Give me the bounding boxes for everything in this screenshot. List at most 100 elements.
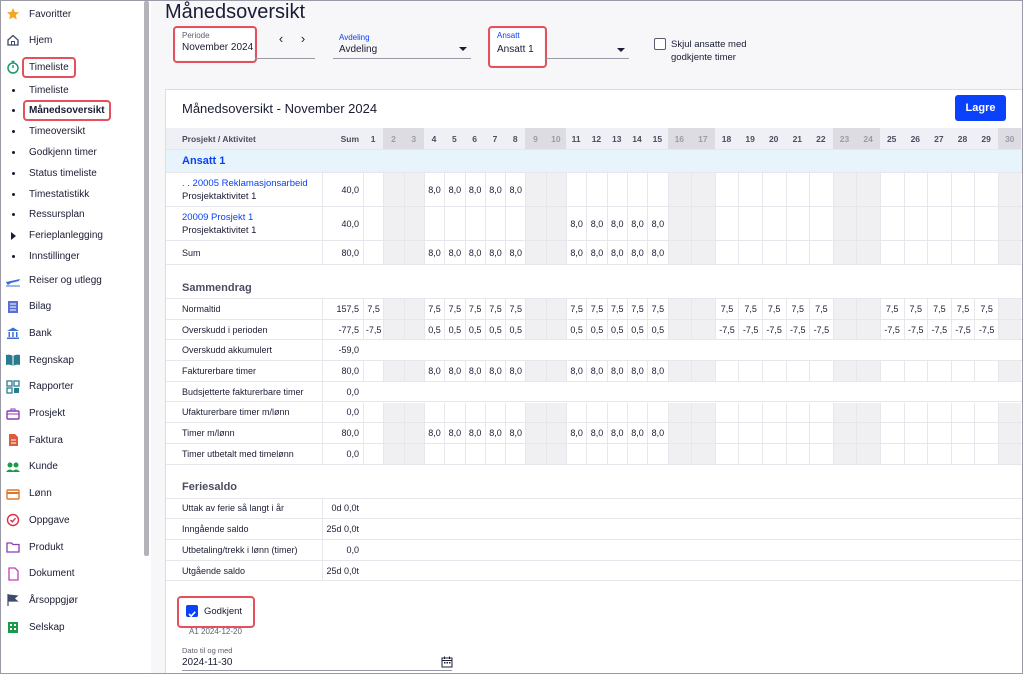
day-cell[interactable] <box>714 241 739 264</box>
day-cell[interactable] <box>586 402 606 423</box>
day-cell[interactable]: 8,0 <box>505 173 525 206</box>
day-cell[interactable] <box>950 443 975 464</box>
day-cell[interactable]: 0,5 <box>505 319 525 340</box>
day-cell[interactable] <box>879 361 904 381</box>
day-cell[interactable] <box>997 299 1022 319</box>
day-cell[interactable] <box>997 402 1022 423</box>
day-cell[interactable] <box>785 207 810 240</box>
sidebar-item-hjem[interactable]: Hjem <box>1 29 141 51</box>
day-cell[interactable] <box>383 173 404 206</box>
day-cell[interactable] <box>484 443 505 464</box>
day-cell[interactable] <box>856 402 880 423</box>
sidebar-item-selskap[interactable]: Selskap <box>1 616 141 638</box>
day-cell[interactable]: 8,0 <box>606 423 627 443</box>
day-cell[interactable] <box>667 299 692 319</box>
sidebar-subitem-timestatistikk[interactable]: Timestatistikk <box>1 185 141 203</box>
day-cell[interactable] <box>403 173 424 206</box>
sidebar-item-timeliste[interactable]: Timeliste <box>1 56 141 78</box>
sidebar-item-dokument[interactable]: Dokument <box>1 563 141 585</box>
day-cell[interactable] <box>606 402 627 423</box>
sidebar-item-reiser-og-utlegg[interactable]: Reiser og utlegg <box>1 269 141 291</box>
day-cell[interactable] <box>832 361 857 381</box>
day-cell[interactable]: 8,0 <box>505 241 525 264</box>
day-cell[interactable] <box>691 319 715 340</box>
day-cell[interactable] <box>927 207 951 240</box>
sidebar-item-rapporter[interactable]: Rapporter <box>1 376 141 398</box>
day-cell[interactable] <box>647 173 667 206</box>
day-cell[interactable]: 0,5 <box>647 319 667 340</box>
day-cell[interactable] <box>974 402 998 423</box>
day-cell[interactable]: 8,0 <box>423 361 444 381</box>
day-cell[interactable] <box>626 173 647 206</box>
day-cell[interactable]: 8,0 <box>566 361 586 381</box>
day-cell[interactable] <box>383 423 404 443</box>
day-cell[interactable] <box>545 241 566 264</box>
day-cell[interactable] <box>761 241 786 264</box>
day-cell[interactable] <box>879 443 904 464</box>
day-cell[interactable] <box>997 443 1022 464</box>
day-cell[interactable]: -7,5 <box>714 319 739 340</box>
day-cell[interactable]: 7,5 <box>785 299 810 319</box>
day-cell[interactable] <box>714 402 739 423</box>
day-cell[interactable] <box>761 173 786 206</box>
day-cell[interactable] <box>950 241 975 264</box>
day-cell[interactable]: 8,0 <box>606 361 627 381</box>
day-cell[interactable]: 7,5 <box>464 299 485 319</box>
approved-checkbox[interactable] <box>186 605 198 618</box>
day-cell[interactable] <box>738 207 762 240</box>
day-cell[interactable] <box>714 207 739 240</box>
day-cell[interactable]: 0,5 <box>566 319 586 340</box>
day-cell[interactable] <box>505 207 525 240</box>
day-cell[interactable]: 7,5 <box>974 299 998 319</box>
day-cell[interactable] <box>927 241 951 264</box>
day-cell[interactable] <box>785 241 810 264</box>
day-cell[interactable]: -7,5 <box>879 319 904 340</box>
day-cell[interactable] <box>761 443 786 464</box>
day-cell[interactable]: 8,0 <box>464 423 485 443</box>
day-cell[interactable] <box>667 173 692 206</box>
day-cell[interactable]: 8,0 <box>606 207 627 240</box>
day-cell[interactable] <box>444 402 464 423</box>
day-cell[interactable]: 7,5 <box>903 299 928 319</box>
day-cell[interactable]: 8,0 <box>626 207 647 240</box>
day-cell[interactable]: 0,5 <box>626 319 647 340</box>
day-cell[interactable] <box>484 207 505 240</box>
day-cell[interactable] <box>997 361 1022 381</box>
day-cell[interactable]: 7,5 <box>714 299 739 319</box>
sidebar-subitem-innstillinger[interactable]: Innstillinger <box>1 247 141 265</box>
day-cell[interactable] <box>903 423 928 443</box>
day-cell[interactable] <box>761 207 786 240</box>
prev-period-button[interactable]: ‹ <box>274 31 288 46</box>
day-cell[interactable] <box>545 361 566 381</box>
day-cell[interactable]: 0,5 <box>606 319 627 340</box>
day-cell[interactable] <box>761 361 786 381</box>
day-cell[interactable] <box>383 299 404 319</box>
day-cell[interactable]: -7,5 <box>761 319 786 340</box>
sidebar-item-bank[interactable]: Bank <box>1 322 141 344</box>
day-cell[interactable] <box>927 402 951 423</box>
day-cell[interactable] <box>997 173 1022 206</box>
day-cell[interactable] <box>444 443 464 464</box>
day-cell[interactable]: -7,5 <box>738 319 762 340</box>
day-cell[interactable]: 8,0 <box>586 423 606 443</box>
day-cell[interactable] <box>856 319 880 340</box>
day-cell[interactable]: 0,5 <box>423 319 444 340</box>
day-cell[interactable] <box>525 207 546 240</box>
day-cell[interactable] <box>927 173 951 206</box>
day-cell[interactable] <box>525 241 546 264</box>
day-cell[interactable]: -7,5 <box>927 319 951 340</box>
day-cell[interactable] <box>785 443 810 464</box>
day-cell[interactable] <box>667 402 692 423</box>
day-cell[interactable]: 8,0 <box>586 361 606 381</box>
day-cell[interactable] <box>785 423 810 443</box>
day-cell[interactable] <box>383 443 404 464</box>
day-cell[interactable] <box>363 173 383 206</box>
day-cell[interactable] <box>809 443 833 464</box>
day-cell[interactable] <box>950 173 975 206</box>
day-cell[interactable] <box>856 299 880 319</box>
day-cell[interactable] <box>879 173 904 206</box>
day-cell[interactable] <box>714 361 739 381</box>
day-cell[interactable] <box>950 207 975 240</box>
day-cell[interactable]: 0,5 <box>586 319 606 340</box>
day-cell[interactable] <box>927 423 951 443</box>
